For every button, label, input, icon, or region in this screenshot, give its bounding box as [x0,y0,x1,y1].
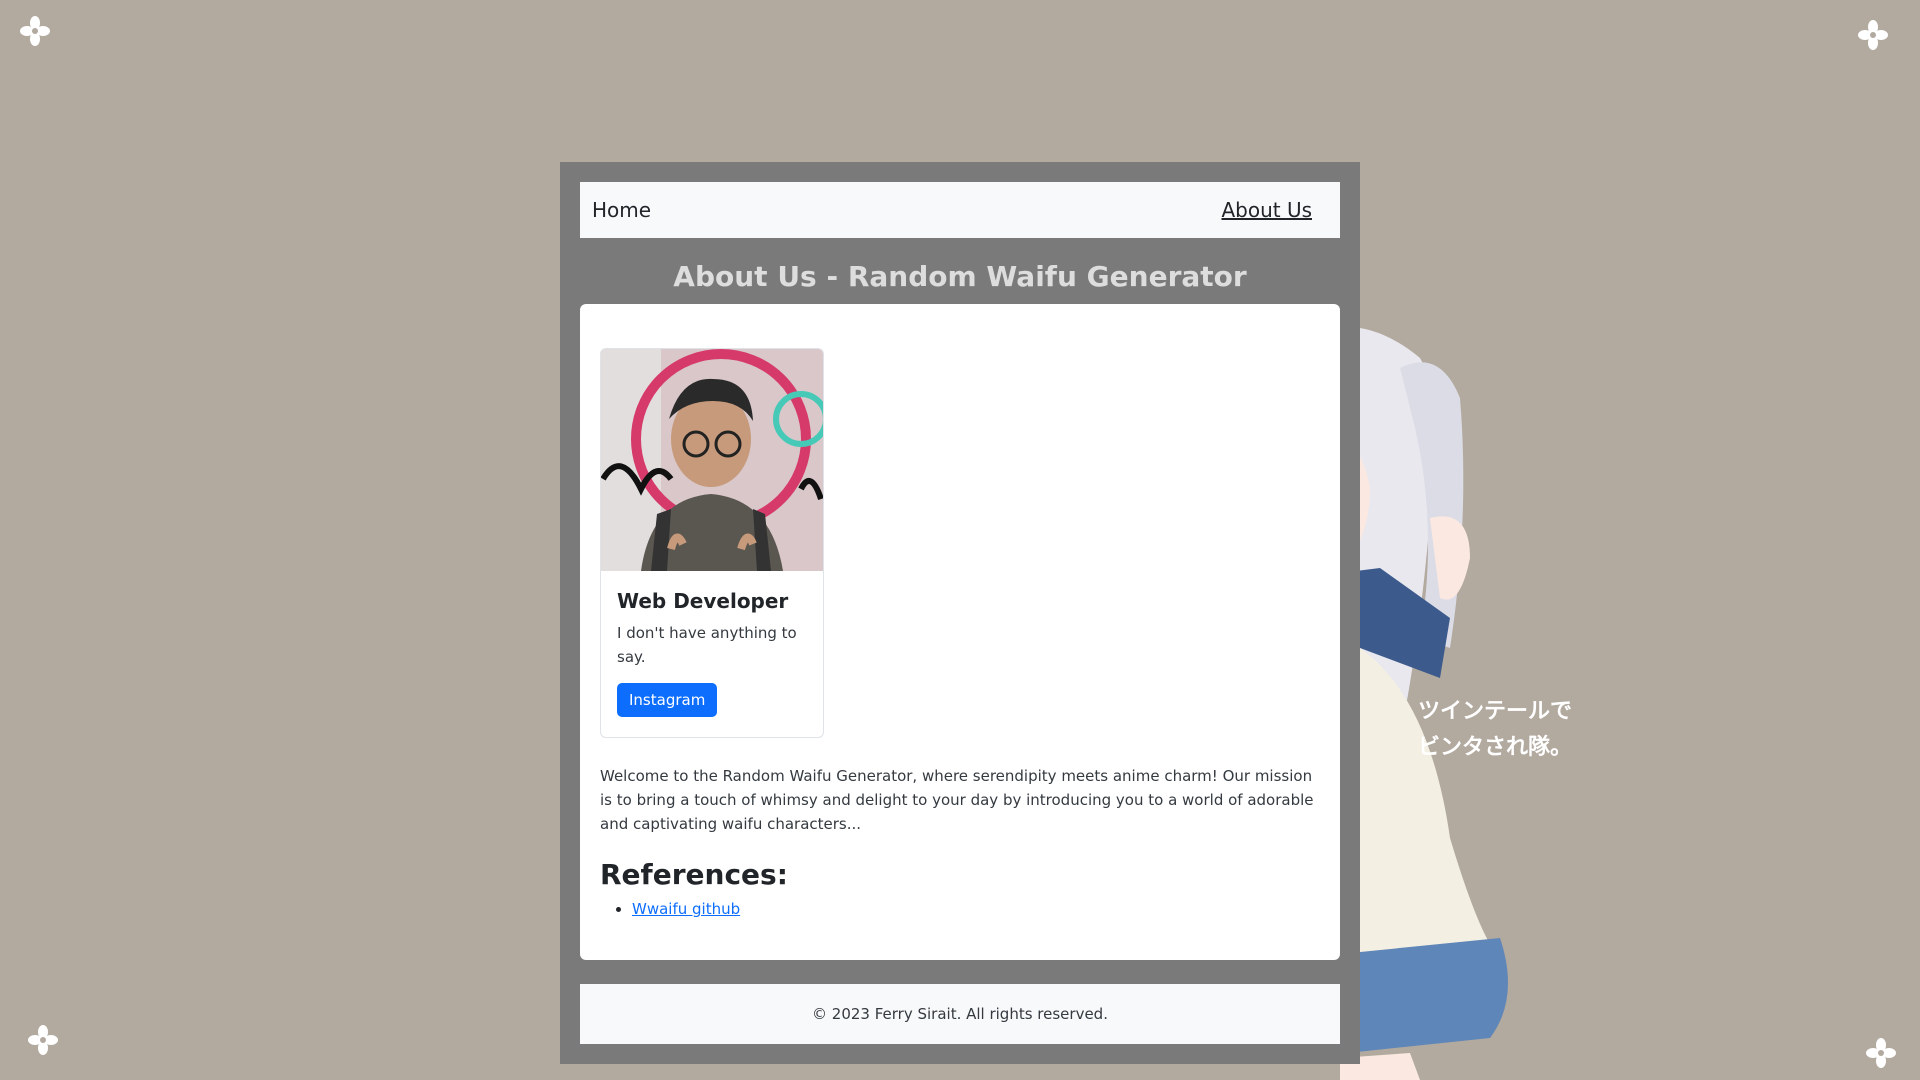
instagram-button[interactable]: Instagram [617,683,718,717]
main-container: Home About Us About Us - Random Waifu Ge… [560,162,1360,1064]
page-title: About Us - Random Waifu Generator [673,260,1247,293]
flower-icon [1858,20,1888,50]
footer: © 2023 Ferry Sirait. All rights reserved… [580,984,1340,1044]
card-text: I don't have anything to say. [617,624,797,666]
card-body: Web Developer I don't have anything to s… [601,571,823,717]
profile-card: Web Developer I don't have anything to s… [600,348,824,738]
navbar: Home About Us [580,182,1340,238]
flower-icon [20,16,50,46]
art-caption-line-2: ビンタされ隊。 [1418,734,1572,760]
intro-paragraph: Welcome to the Random Waifu Generator, w… [600,767,1314,833]
nav-about-link[interactable]: About Us [1221,198,1312,222]
page-root: ツインテールで ビンタされ隊。 Home About Us About Us -… [0,0,1920,1080]
art-caption-line-1: ツインテールで [1418,699,1572,724]
content-panel: Web Developer I don't have anything to s… [580,304,1340,960]
footer-copyright: © 2023 Ferry Sirait. All rights reserved… [812,1005,1108,1023]
references-heading: References: [600,858,788,891]
nav-home-link[interactable]: Home [592,198,651,222]
reference-link-waifu-github[interactable]: Wwaifu github [632,900,740,918]
flower-icon [28,1025,58,1055]
references-list: Wwaifu github [600,897,1320,921]
profile-photo [601,349,823,571]
card-title: Web Developer [617,589,789,613]
flower-icon [1866,1038,1896,1068]
list-item: Wwaifu github [632,897,1320,921]
